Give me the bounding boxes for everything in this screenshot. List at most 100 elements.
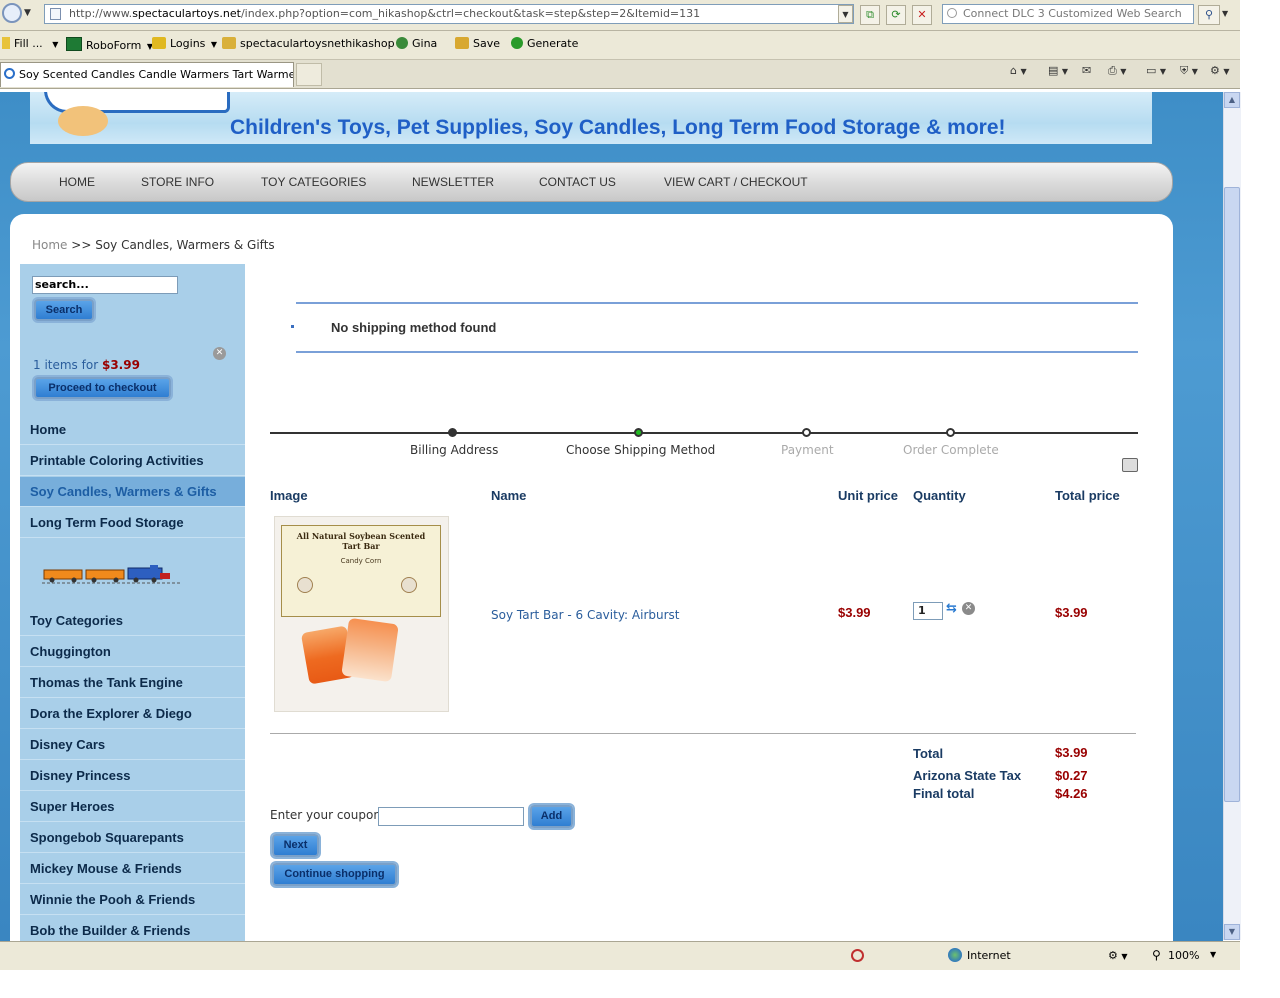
tools-gear-icon[interactable]: ⚙ ▼ — [1210, 64, 1230, 77]
toolbar-gina-button[interactable]: Gina — [396, 37, 437, 50]
sidebar-item-home[interactable]: Home — [20, 415, 245, 445]
product-image[interactable]: All Natural Soybean Scented Tart Bar Can… — [274, 516, 449, 712]
zoom-dropdown-icon[interactable]: ▼ — [1210, 950, 1216, 959]
login-key-icon — [222, 37, 236, 49]
checkout-progress-line — [270, 432, 1138, 434]
save-icon — [455, 37, 469, 49]
quantity-value: 1 — [918, 604, 926, 617]
nav-view-cart-checkout[interactable]: VIEW CART / CHECKOUT — [664, 175, 808, 189]
home-icon[interactable]: ⌂ ▼ — [1010, 64, 1027, 77]
product-tart-cube-cream — [341, 617, 399, 683]
remove-item-icon[interactable]: ✕ — [962, 602, 975, 615]
step-choose-shipping: Choose Shipping Method — [566, 443, 716, 457]
page-scrollbar[interactable]: ▲ ▼ — [1223, 92, 1241, 940]
zoom-level[interactable]: 100% — [1168, 949, 1199, 962]
nav-home[interactable]: HOME — [59, 175, 95, 189]
product-label-dot-left — [297, 577, 313, 593]
scroll-up-arrow-icon[interactable]: ▲ — [1224, 92, 1240, 108]
toolbar-generate-label: Generate — [527, 37, 579, 50]
toolbar-site-button[interactable]: spectaculartoysnethikashop — [222, 37, 395, 50]
sidebar-item-mickey[interactable]: Mickey Mouse & Friends — [20, 854, 245, 884]
nav-contact-us[interactable]: CONTACT US — [539, 175, 616, 189]
final-total-value: $4.26 — [1055, 786, 1088, 801]
sidebar-item-winnie[interactable]: Winnie the Pooh & Friends — [20, 885, 245, 915]
step-dot-billing — [448, 428, 457, 437]
identity-icon — [396, 37, 408, 49]
back-forward-icon[interactable] — [2, 3, 22, 23]
next-button[interactable]: Next — [272, 834, 319, 857]
product-name-link[interactable]: Soy Tart Bar - 6 Cavity: Airburst — [491, 608, 680, 622]
column-unit-price-header: Unit price — [838, 488, 898, 503]
sidebar-item-disney-princess[interactable]: Disney Princess — [20, 761, 245, 791]
coupon-label: Enter your coupon — [270, 808, 381, 822]
scroll-thumb[interactable] — [1224, 187, 1240, 802]
sidebar-item-super-heroes[interactable]: Super Heroes — [20, 792, 245, 822]
toolbar-save-button[interactable]: Save — [455, 37, 500, 50]
add-on-toolbar: Fill ... ▼ RoboForm ▼ Logins ▼ spectacul… — [0, 31, 1240, 60]
coupon-input[interactable] — [378, 807, 524, 826]
stop-icon[interactable]: ✕ — [912, 5, 932, 25]
protected-mode-icon[interactable]: ⚙ ▼ — [1108, 949, 1128, 962]
unit-price-value: $3.99 — [838, 605, 871, 620]
tab-active[interactable]: Soy Scented Candles Candle Warmers Tart … — [0, 62, 294, 87]
quantity-input[interactable]: 1 — [913, 602, 943, 620]
sidebar-item-dora[interactable]: Dora the Explorer & Diego — [20, 699, 245, 729]
toolbar-generate-button[interactable]: Generate — [511, 37, 578, 50]
address-input[interactable]: http://www.spectaculartoys.net/index.php… — [44, 4, 854, 24]
step-order-complete: Order Complete — [903, 443, 999, 457]
breadcrumb-separator: >> — [71, 238, 92, 252]
print-icon[interactable]: ⎙ ▼ — [1108, 64, 1126, 78]
column-name-header: Name — [491, 488, 527, 503]
proceed-to-checkout-button[interactable]: Proceed to checkout — [34, 377, 171, 399]
toolbar-roboform-button[interactable]: RoboForm ▼ — [66, 37, 153, 52]
popup-blocked-icon[interactable] — [851, 949, 864, 962]
sidebar-item-food-storage[interactable]: Long Term Food Storage — [20, 508, 245, 538]
breadcrumb-home-link[interactable]: Home — [32, 238, 67, 252]
sidebar-search-input[interactable]: search... — [32, 276, 178, 294]
sidebar-item-thomas[interactable]: Thomas the Tank Engine — [20, 668, 245, 698]
continue-shopping-button[interactable]: Continue shopping — [272, 863, 397, 886]
history-dropdown-icon[interactable]: ▼ — [24, 8, 31, 18]
web-search-input[interactable]: Connect DLC 3 Customized Web Search — [942, 4, 1194, 24]
search-go-icon[interactable]: ⚲ — [1198, 5, 1220, 25]
address-dropdown-button[interactable]: ▼ — [838, 5, 853, 23]
sidebar-item-printable-coloring[interactable]: Printable Coloring Activities — [20, 446, 245, 476]
nav-newsletter[interactable]: NEWSLETTER — [412, 175, 494, 189]
tax-label: Arizona State Tax — [913, 768, 1022, 783]
toolbar-fill-button[interactable]: Fill ... ▼ — [2, 37, 58, 50]
refresh-icon[interactable]: ⟳ — [886, 5, 906, 25]
nav-toy-categories[interactable]: TOY CATEGORIES — [261, 175, 366, 189]
step-billing-address: Billing Address — [410, 443, 499, 457]
cart-close-icon[interactable]: ✕ — [213, 347, 226, 360]
sidebar-item-toy-categories[interactable]: Toy Categories — [20, 606, 245, 636]
sidebar-search-button[interactable]: Search — [34, 299, 94, 321]
sidebar-item-soy-candles[interactable]: Soy Candles, Warmers & Gifts — [20, 477, 245, 507]
nav-store-info[interactable]: STORE INFO — [141, 175, 214, 189]
scroll-down-arrow-icon[interactable]: ▼ — [1224, 924, 1240, 940]
mail-icon[interactable]: ✉ — [1082, 64, 1091, 77]
new-tab-button[interactable] — [296, 63, 322, 86]
breadcrumb-current: Soy Candles, Warmers & Gifts — [95, 238, 275, 252]
print-cart-icon[interactable] — [1122, 458, 1138, 472]
toolbar-site-label: spectaculartoysnethikashop — [240, 37, 395, 50]
sidebar-item-chuggington[interactable]: Chuggington — [20, 637, 245, 667]
ie-page-icon — [4, 68, 15, 79]
page-menu-icon[interactable]: ▭ ▼ — [1146, 64, 1166, 77]
compatibility-icon[interactable]: ⧉ — [860, 5, 880, 25]
cart-price: $3.99 — [101, 358, 140, 372]
feeds-icon[interactable]: ▤ ▼ — [1048, 64, 1068, 77]
sidebar-item-bob-builder[interactable]: Bob the Builder & Friends — [20, 916, 245, 941]
refresh-quantity-icon[interactable]: ⇆ — [946, 601, 957, 616]
sidebar-item-disney-cars[interactable]: Disney Cars — [20, 730, 245, 760]
zoom-icon[interactable]: ⚲ — [1152, 948, 1161, 962]
product-label-sub: Candy Corn — [340, 557, 382, 565]
column-image-header: Image — [270, 488, 308, 503]
sidebar-item-spongebob[interactable]: Spongebob Squarepants — [20, 823, 245, 853]
tax-value: $0.27 — [1055, 768, 1088, 783]
step-dot-shipping — [634, 428, 643, 437]
search-options-icon[interactable]: ▼ — [1222, 9, 1228, 18]
safety-icon[interactable]: ⛨ ▼ — [1180, 64, 1198, 78]
toolbar-logins-button[interactable]: Logins ▼ — [152, 37, 217, 50]
status-bar: Internet ⚙ ▼ ⚲ 100% ▼ — [0, 941, 1240, 970]
add-coupon-button[interactable]: Add — [530, 805, 573, 828]
